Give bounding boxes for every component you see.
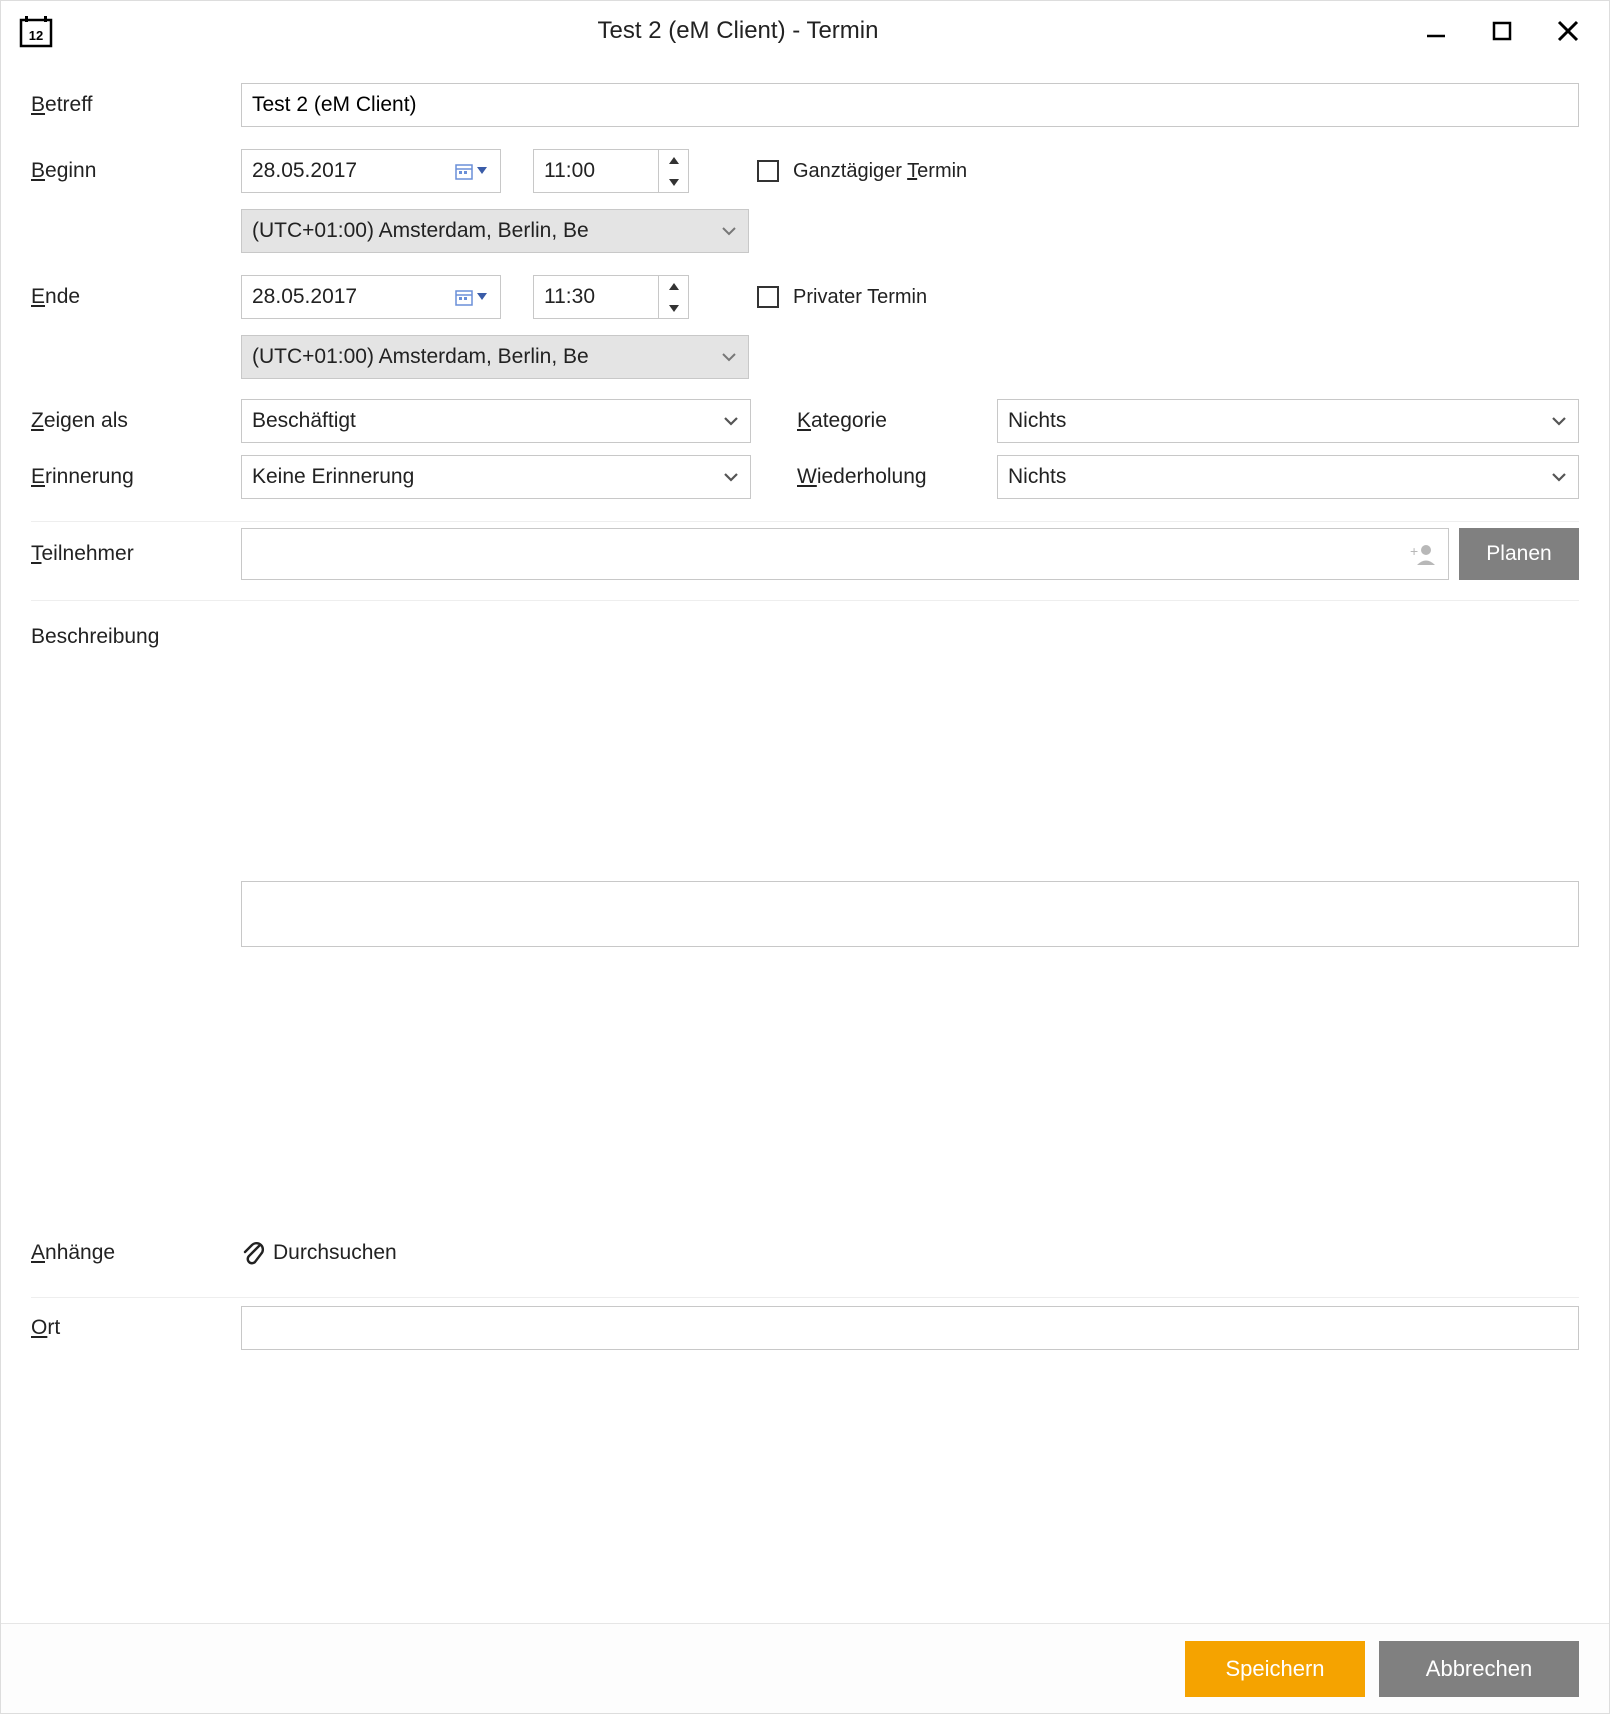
chevron-down-icon: [1546, 415, 1572, 427]
participants-input[interactable]: +: [241, 528, 1449, 580]
chevron-down-icon: [716, 352, 742, 362]
private-label: Privater Termin: [793, 286, 927, 309]
appointment-window: 12 Test 2 (eM Client) - Termin Betreff: [0, 0, 1610, 1714]
titlebar: 12 Test 2 (eM Client) - Termin: [1, 1, 1609, 61]
location-label: Ort: [31, 1316, 241, 1340]
end-timezone-select[interactable]: (UTC+01:00) Amsterdam, Berlin, Be: [241, 335, 749, 379]
all-day-checkbox[interactable]: [757, 160, 779, 182]
browse-label: Durchsuchen: [273, 1241, 397, 1265]
reminder-select[interactable]: Keine Erinnerung: [241, 455, 751, 499]
calendar-dropdown-icon[interactable]: [448, 154, 494, 188]
divider: [31, 600, 1579, 601]
begin-timezone-select[interactable]: (UTC+01:00) Amsterdam, Berlin, Be: [241, 209, 749, 253]
end-time-picker[interactable]: 11:30: [533, 275, 689, 319]
private-checkbox[interactable]: [757, 286, 779, 308]
divider: [31, 1297, 1579, 1298]
save-button[interactable]: Speichern: [1185, 1641, 1365, 1697]
window-controls: [1423, 18, 1581, 44]
show-as-label: Zeigen als: [31, 409, 241, 433]
end-date-picker[interactable]: 28.05.2017: [241, 275, 501, 319]
add-person-icon[interactable]: +: [1408, 542, 1436, 566]
svg-text:12: 12: [29, 28, 43, 43]
time-up-icon[interactable]: [659, 276, 688, 297]
all-day-label: Ganztägiger Termin: [793, 160, 967, 183]
category-select[interactable]: Nichts: [997, 399, 1579, 443]
close-button[interactable]: [1555, 18, 1581, 44]
form-body: Betreff Beginn 28.05.2017 11:00: [1, 61, 1609, 1623]
plan-button[interactable]: Planen: [1459, 528, 1579, 580]
reminder-label: Erinnerung: [31, 465, 241, 489]
footer: Speichern Abbrechen: [1, 1623, 1609, 1713]
description-textarea[interactable]: [241, 881, 1579, 947]
attachments-label: Anhänge: [31, 1241, 241, 1265]
chevron-down-icon: [718, 471, 744, 483]
recurrence-label: Wiederholung: [797, 465, 997, 489]
time-up-icon[interactable]: [659, 150, 688, 171]
subject-label: Betreff: [31, 93, 241, 117]
maximize-button[interactable]: [1489, 18, 1515, 44]
chevron-down-icon: [716, 226, 742, 236]
end-label: Ende: [31, 285, 241, 309]
paperclip-icon: [241, 1240, 265, 1266]
subject-input[interactable]: [241, 83, 1579, 127]
minimize-button[interactable]: [1423, 18, 1449, 44]
divider: [31, 521, 1579, 522]
begin-time-picker[interactable]: 11:00: [533, 149, 689, 193]
begin-label: Beginn: [31, 159, 241, 183]
participants-label: Teilnehmer: [31, 542, 241, 566]
browse-attachments-link[interactable]: Durchsuchen: [241, 1240, 397, 1266]
recurrence-select[interactable]: Nichts: [997, 455, 1579, 499]
show-as-select[interactable]: Beschäftigt: [241, 399, 751, 443]
begin-date-picker[interactable]: 28.05.2017: [241, 149, 501, 193]
calendar-dropdown-icon[interactable]: [448, 280, 494, 314]
time-down-icon[interactable]: [659, 171, 688, 192]
calendar-app-icon: 12: [19, 14, 53, 48]
window-title: Test 2 (eM Client) - Termin: [53, 17, 1423, 45]
chevron-down-icon: [1546, 471, 1572, 483]
svg-text:+: +: [1410, 543, 1418, 559]
location-input[interactable]: [241, 1306, 1579, 1350]
description-label: Beschreibung: [31, 619, 241, 649]
chevron-down-icon: [718, 415, 744, 427]
category-label: Kategorie: [797, 409, 997, 433]
cancel-button[interactable]: Abbrechen: [1379, 1641, 1579, 1697]
time-down-icon[interactable]: [659, 297, 688, 318]
